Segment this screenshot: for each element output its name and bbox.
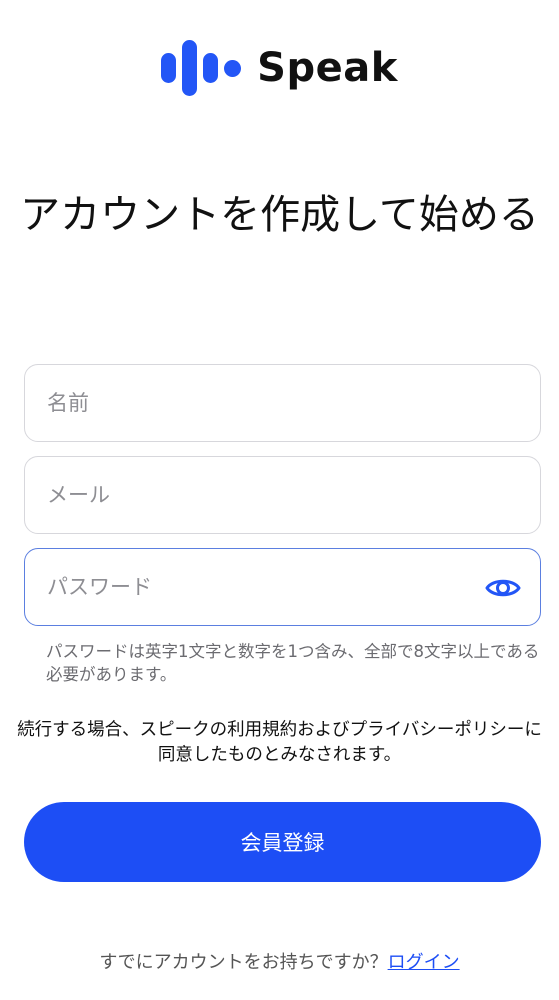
show-password-button[interactable] <box>484 569 522 607</box>
login-prompt: すでにアカウントをお持ちですか？ログイン <box>0 948 559 974</box>
email-field[interactable] <box>24 456 541 534</box>
name-field[interactable] <box>24 364 541 442</box>
terms-notice: 続行する場合、スピークの利用規約およびプライバシーポリシーに同意したものとみなさ… <box>17 720 542 765</box>
password-input[interactable] <box>25 549 467 625</box>
password-hint: パスワードは英字1文字と数字を1つ含み、全部で8文字以上である必要があります。 <box>46 642 540 684</box>
page-title: アカウントを作成して始める <box>20 192 539 238</box>
speak-logo-icon <box>161 40 242 96</box>
password-field[interactable] <box>24 548 541 626</box>
login-prompt-text: すでにアカウントをお持ちですか？ <box>99 952 388 973</box>
brand-name: Speak <box>257 45 398 91</box>
email-input[interactable] <box>25 457 467 533</box>
signup-button[interactable]: 会員登録 <box>24 802 541 882</box>
name-input[interactable] <box>25 365 467 441</box>
speak-logo: Speak <box>0 40 559 96</box>
login-link[interactable]: ログイン <box>388 952 460 973</box>
eye-icon <box>485 579 521 597</box>
